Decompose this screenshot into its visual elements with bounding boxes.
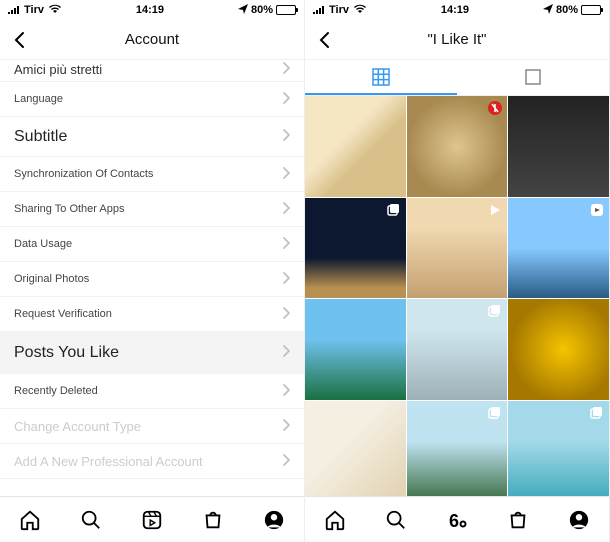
status-bar: Tirv 14:19 80% — [305, 0, 609, 20]
photo-thumbnail[interactable] — [508, 401, 609, 496]
battery-icon — [581, 5, 601, 15]
clock: 14:19 — [136, 4, 164, 16]
chevron-right-icon — [282, 237, 290, 252]
settings-row[interactable]: Amici più stretti — [0, 60, 304, 82]
chevron-right-icon — [282, 384, 290, 399]
settings-row[interactable]: Sharing To Other Apps — [0, 192, 304, 227]
tab-search[interactable] — [78, 507, 104, 533]
back-button[interactable] — [8, 28, 32, 52]
location-icon — [238, 4, 248, 17]
circle-red-icon — [487, 100, 503, 116]
multi-icon — [589, 405, 605, 421]
wifi-icon — [48, 4, 62, 17]
row-label: Subtitle — [14, 128, 67, 146]
signal-icon — [8, 4, 20, 17]
account-settings-panel: Tirv 14:19 80% Account Amici più stretti… — [0, 0, 305, 542]
row-label: Change Account Type — [14, 419, 141, 434]
settings-row[interactable]: Synchronization Of Contacts — [0, 157, 304, 192]
row-label: Original Photos — [14, 273, 89, 285]
page-title: "I Like It" — [427, 31, 486, 48]
signal-icon — [313, 4, 325, 17]
svg-text:6: 6 — [449, 511, 459, 531]
tab-home[interactable] — [17, 507, 43, 533]
photo-thumbnail[interactable] — [407, 401, 508, 496]
tab-shop[interactable] — [200, 507, 226, 533]
photo-thumbnail[interactable] — [508, 299, 609, 400]
photo-thumbnail[interactable] — [508, 198, 609, 299]
photo-thumbnail[interactable] — [407, 96, 508, 197]
clock: 14:19 — [441, 4, 469, 16]
chevron-right-icon — [282, 128, 290, 146]
feed-view-tab[interactable] — [457, 60, 609, 95]
status-bar: Tirv 14:19 80% — [0, 0, 304, 20]
photo-thumbnail[interactable] — [305, 198, 406, 299]
video-icon — [487, 202, 503, 218]
page-title: Account — [125, 31, 179, 48]
photo-thumbnail[interactable] — [305, 96, 406, 197]
settings-row[interactable]: Change Account Type — [0, 409, 304, 444]
multi-icon — [487, 405, 503, 421]
settings-row[interactable]: Subtitle — [0, 117, 304, 157]
settings-row[interactable]: Original Photos — [0, 262, 304, 297]
multi-icon — [487, 303, 503, 319]
battery-pct: 80% — [251, 4, 273, 16]
carrier-label: Tirv — [329, 4, 349, 16]
tab-shop[interactable] — [505, 507, 531, 533]
settings-row[interactable]: Recently Deleted — [0, 374, 304, 409]
settings-row[interactable]: Language — [0, 82, 304, 117]
wifi-icon — [353, 4, 367, 17]
tab-home[interactable] — [322, 507, 348, 533]
nav-header: Account — [0, 20, 304, 60]
row-label: Amici più stretti — [14, 62, 102, 77]
carrier-label: Tirv — [24, 4, 44, 16]
tab-profile[interactable] — [261, 507, 287, 533]
liked-posts-panel: Tirv 14:19 80% "I Like It" — [305, 0, 610, 542]
chevron-right-icon — [282, 272, 290, 287]
tab-reels[interactable]: 6 — [444, 507, 470, 533]
row-label: Recently Deleted — [14, 385, 98, 397]
tab-bar: 6 — [305, 496, 609, 542]
settings-row[interactable]: Posts You Like — [0, 332, 304, 374]
nav-header: "I Like It" — [305, 20, 609, 60]
row-label: Request Verification — [14, 308, 112, 320]
chevron-right-icon — [282, 62, 290, 77]
chevron-right-icon — [282, 92, 290, 107]
chevron-right-icon — [282, 167, 290, 182]
reel-icon — [589, 202, 605, 218]
row-label: Sharing To Other Apps — [14, 203, 124, 215]
location-icon — [543, 4, 553, 17]
settings-row[interactable]: Add A New Professional Account — [0, 444, 304, 479]
tab-reels[interactable] — [139, 507, 165, 533]
battery-icon — [276, 5, 296, 15]
grid-view-tab[interactable] — [305, 60, 457, 95]
settings-row[interactable]: Request Verification — [0, 297, 304, 332]
tab-bar — [0, 496, 304, 542]
chevron-right-icon — [282, 419, 290, 434]
row-label: Language — [14, 93, 63, 105]
photo-thumbnail[interactable] — [508, 96, 609, 197]
chevron-right-icon — [282, 202, 290, 217]
chevron-right-icon — [282, 307, 290, 322]
photo-thumbnail[interactable] — [407, 299, 508, 400]
back-button[interactable] — [313, 28, 337, 52]
battery-pct: 80% — [556, 4, 578, 16]
row-label: Data Usage — [14, 238, 72, 250]
row-label: Synchronization Of Contacts — [14, 168, 153, 180]
multi-icon — [386, 202, 402, 218]
tab-search[interactable] — [383, 507, 409, 533]
photo-thumbnail[interactable] — [305, 299, 406, 400]
view-tabs — [305, 60, 609, 96]
tab-profile[interactable] — [566, 507, 592, 533]
chevron-right-icon — [282, 454, 290, 469]
settings-list[interactable]: Amici più stretti Language Subtitle Synchro… — [0, 60, 304, 496]
row-label: Add A New Professional Account — [14, 454, 203, 469]
settings-row[interactable]: Data Usage — [0, 227, 304, 262]
row-label: Posts You Like — [14, 344, 119, 362]
photo-thumbnail[interactable] — [407, 198, 508, 299]
photo-grid[interactable] — [305, 96, 609, 496]
photo-thumbnail[interactable] — [305, 401, 406, 496]
chevron-right-icon — [282, 344, 290, 362]
